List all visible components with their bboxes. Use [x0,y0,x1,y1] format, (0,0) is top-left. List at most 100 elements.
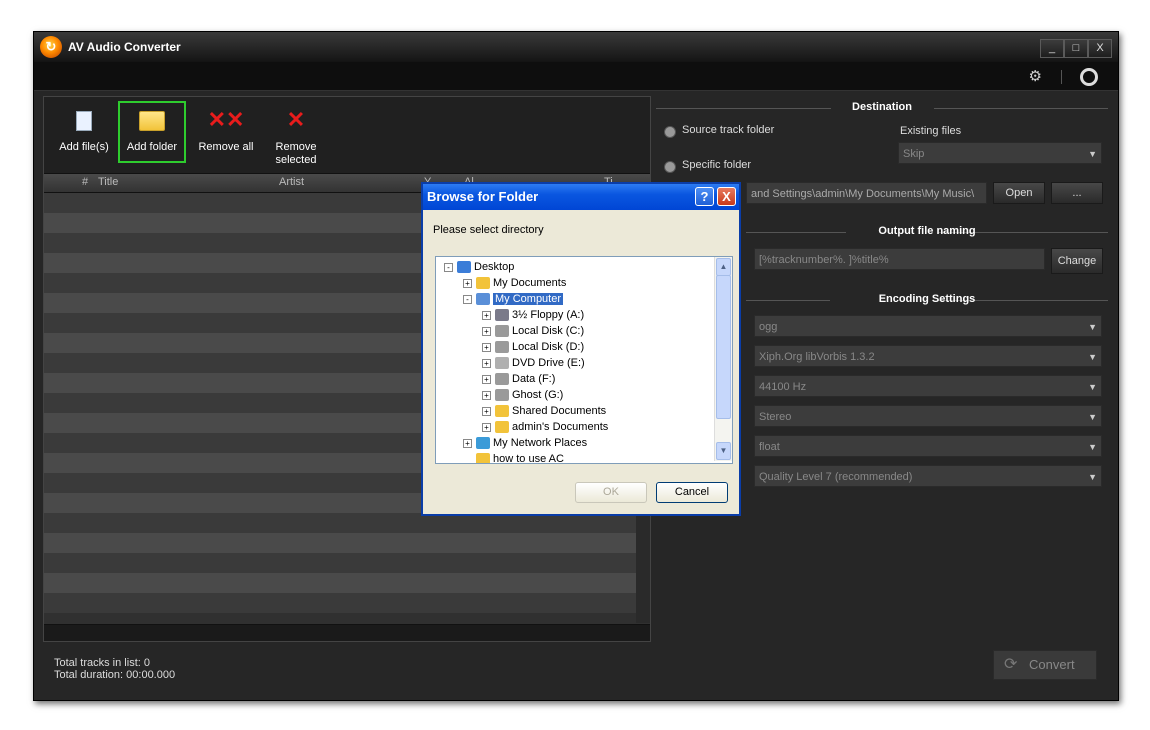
desktop-icon [457,261,471,274]
dvd-drive-icon [495,357,509,370]
folder-tree-item[interactable]: + Ghost (G:) [482,387,563,403]
column-artist[interactable]: Artist [279,176,304,188]
floppy-icon [495,309,509,322]
expand-icon[interactable]: + [482,406,491,416]
cancel-button[interactable]: Cancel [656,482,728,503]
menu-separator [1061,70,1062,84]
folder-tree-item[interactable]: + Data (F:) [482,371,555,387]
scroll-down-icon: ▼ [716,442,731,460]
folder-tree-item[interactable]: + My Network Places [463,435,587,451]
folder-tree-item[interactable]: + Local Disk (C:) [482,323,584,339]
help-ring-icon[interactable] [1080,68,1098,86]
folder-tree-label: Ghost (G:) [512,389,564,401]
expand-icon[interactable]: + [482,326,491,336]
output-naming-header: Output file naming [878,225,976,237]
expand-icon[interactable]: + [482,422,491,432]
expand-icon[interactable]: + [482,358,491,368]
remove-all-icon: ✕✕ [207,107,245,132]
expand-icon[interactable]: + [463,438,472,448]
menu-bar: ⚙ [34,62,1118,91]
folder-tree-item[interactable]: + Local Disk (D:) [482,339,584,355]
folder-tree-label: admin's Documents [512,421,609,433]
hard-disk-icon [495,389,509,402]
channels-select[interactable]: Stereo ▼ [754,405,1102,427]
hard-disk-icon [495,341,509,354]
folder-tree-label: Local Disk (D:) [512,341,585,353]
add-file-icon [52,107,116,133]
column-title[interactable]: Title [98,176,118,188]
expand-icon[interactable]: + [482,342,491,352]
folder-tree-item[interactable]: +3½ Floppy (A:) [482,307,584,323]
add-files-button[interactable]: Add file(s) [52,103,116,161]
expand-icon[interactable]: + [482,374,491,384]
expand-icon[interactable]: + [482,310,491,320]
title-bar: ↻ AV Audio Converter _ □ X [34,32,1118,62]
folder-tree[interactable]: ▲ ▼ - Desktop + My Documents - My Computer +3½… [435,256,733,464]
computer-icon [476,293,490,306]
folder-tree-label: how to use AC [493,453,564,464]
folder-tree-scrollbar[interactable]: ▲ ▼ [714,257,732,461]
add-folder-icon [120,107,184,133]
add-folder-button[interactable]: Add folder [118,101,186,163]
folder-icon [495,421,509,434]
collapse-icon[interactable]: - [444,262,453,272]
remove-all-label: Remove all [198,141,254,153]
chevron-down-icon: ▼ [1088,149,1097,159]
column-number[interactable]: # [82,176,88,188]
quality-select[interactable]: Quality Level 7 (recommended) ▼ [754,465,1102,487]
folder-tree-label: Local Disk (C:) [512,325,585,337]
track-list-horizontal-scrollbar[interactable] [44,624,650,641]
open-button[interactable]: Open [993,182,1045,204]
browse-button[interactable]: ... [1051,182,1103,204]
folder-tree-item[interactable]: + admin's Documents [482,419,608,435]
dialog-close-button[interactable]: X [717,187,736,206]
toolbar: Add file(s) Add folder ✕✕ Remove all ✕ R… [44,97,650,173]
dialog-help-button[interactable]: ? [695,187,714,206]
naming-pattern-field[interactable]: [%tracknumber%. ]%title% [754,248,1045,270]
specific-folder-label: Specific folder [682,159,752,171]
dialog-title-bar: Browse for Folder ? X [423,184,739,210]
encoding-header: Encoding Settings [878,293,976,305]
hard-disk-icon [495,325,509,338]
ok-button[interactable]: OK [575,482,647,503]
expand-icon[interactable]: + [463,278,472,288]
add-files-label: Add file(s) [59,141,109,153]
total-duration: Total duration: 00:00.000 [54,669,176,681]
expand-icon[interactable]: + [482,390,491,400]
sample-rate-select[interactable]: 44100 Hz ▼ [754,375,1102,397]
add-folder-label: Add folder [126,141,178,153]
remove-all-button[interactable]: ✕✕ Remove all [194,103,258,161]
status-area: Total tracks in list: 0 Total duration: … [54,657,175,681]
folder-tree-label: Shared Documents [512,405,607,417]
gears-icon[interactable]: ⚙ [1029,67,1042,85]
total-tracks: Total tracks in list: 0 [54,657,150,669]
specific-folder-radio[interactable] [664,161,676,173]
minimize-button[interactable]: _ [1040,39,1064,58]
collapse-icon[interactable]: - [463,294,472,304]
folder-tree-item[interactable]: how to use AC [463,451,564,464]
maximize-button[interactable]: □ [1064,39,1088,58]
source-track-folder-radio[interactable] [664,126,676,138]
codec-select[interactable]: Xiph.Org libVorbis 1.3.2 ▼ [754,345,1102,367]
remove-selected-label: Remove selected [275,141,317,166]
format-select[interactable]: ogg ▼ [754,315,1102,337]
folder-tree-item[interactable]: + Shared Documents [482,403,606,419]
folder-tree-item[interactable]: + DVD Drive (E:) [482,355,585,371]
close-button[interactable]: X [1088,39,1112,58]
existing-files-label: Existing files [900,125,962,137]
sample-format-select[interactable]: float ▼ [754,435,1102,457]
destination-path-field[interactable]: and Settings\admin\My Documents\My Music… [746,182,987,204]
remove-selected-button[interactable]: ✕ Remove selected [264,103,328,166]
folder-tree-item[interactable]: - Desktop [444,259,514,275]
browse-folder-dialog: Browse for Folder ? X Please select dire… [421,182,741,516]
convert-button[interactable]: ⟳ Convert [993,650,1097,680]
scroll-up-icon: ▲ [716,258,731,276]
change-button[interactable]: Change [1051,248,1103,274]
folder-tree-item[interactable]: + My Documents [463,275,566,291]
folder-tree-label: Data (F:) [512,373,556,385]
existing-files-select[interactable]: Skip ▼ [898,142,1102,164]
folder-tree-label: My Network Places [493,437,588,449]
folder-tree-item[interactable]: - My Computer [463,291,564,307]
app-title: AV Audio Converter [68,40,181,54]
folder-tree-label: Desktop [474,261,515,273]
